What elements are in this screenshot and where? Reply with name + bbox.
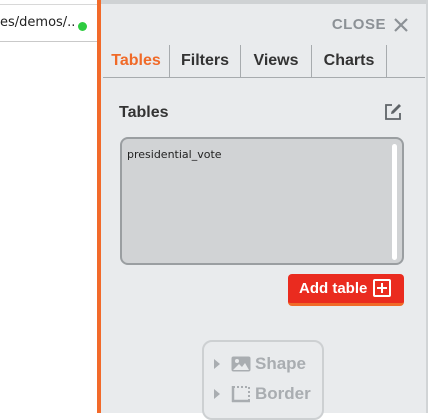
caret-right-icon xyxy=(214,359,220,369)
status-dot-icon xyxy=(78,22,87,31)
tables-section-title: Tables xyxy=(119,104,169,121)
shape-option[interactable]: Shape xyxy=(214,354,306,374)
list-item[interactable]: presidential_vote xyxy=(127,148,222,161)
close-label: CLOSE xyxy=(331,16,386,33)
left-pane: es/demos/... xyxy=(0,0,99,413)
format-options-box: Shape Border xyxy=(202,340,324,420)
table-list[interactable]: presidential_vote xyxy=(120,137,404,265)
add-table-label: Add table xyxy=(299,280,368,297)
browser-tab[interactable]: es/demos/... xyxy=(0,4,99,42)
scrollbar[interactable] xyxy=(392,144,397,260)
tab-filters[interactable]: Filters xyxy=(170,45,241,77)
border-option[interactable]: Border xyxy=(214,384,311,404)
shape-label: Shape xyxy=(255,354,307,373)
border-label: Border xyxy=(255,384,311,403)
close-icon xyxy=(394,17,408,32)
close-button[interactable]: CLOSE xyxy=(332,16,408,33)
browser-tab-title: es/demos/... xyxy=(0,15,76,30)
image-icon xyxy=(231,356,251,372)
tab-charts[interactable]: Charts xyxy=(312,45,387,77)
border-icon xyxy=(231,386,250,403)
panel-tabs: Tables Filters Views Charts xyxy=(103,45,425,78)
plus-icon xyxy=(373,279,391,297)
tab-tables[interactable]: Tables xyxy=(103,45,170,77)
tab-views[interactable]: Views xyxy=(241,45,312,77)
caret-right-icon xyxy=(214,389,220,399)
edit-icon[interactable] xyxy=(383,102,403,122)
side-panel: CLOSE Tables Filters Views Charts Tables… xyxy=(101,4,426,420)
add-table-button[interactable]: Add table xyxy=(288,274,404,306)
